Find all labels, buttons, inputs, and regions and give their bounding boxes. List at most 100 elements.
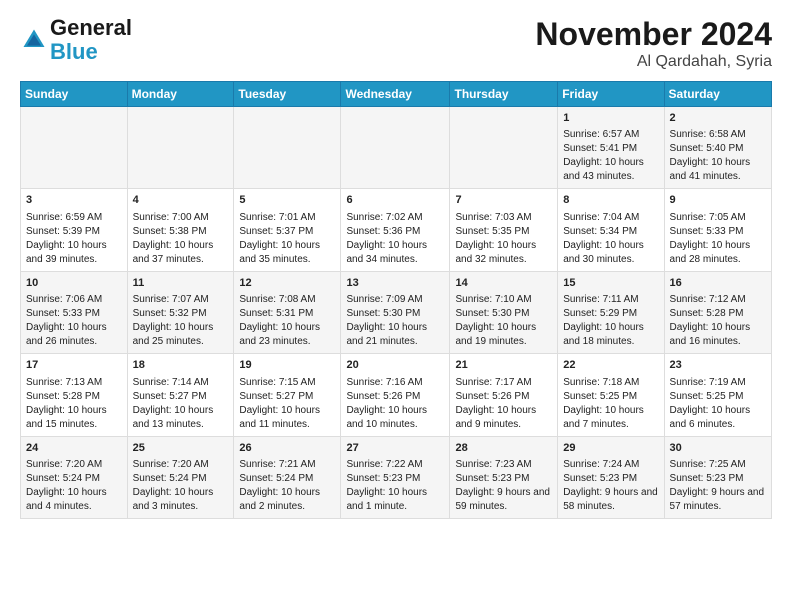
day-info: Sunrise: 7:20 AM bbox=[133, 458, 229, 472]
day-info: Sunrise: 7:20 AM bbox=[26, 458, 122, 472]
col-monday: Monday bbox=[127, 82, 234, 107]
day-info: Sunrise: 6:59 AM bbox=[26, 211, 122, 225]
day-info: Sunset: 5:25 PM bbox=[563, 390, 658, 404]
day-info: Sunrise: 7:07 AM bbox=[133, 293, 229, 307]
calendar-table: Sunday Monday Tuesday Wednesday Thursday… bbox=[20, 81, 772, 519]
day-number: 17 bbox=[26, 358, 122, 373]
day-cell: 21Sunrise: 7:17 AMSunset: 5:26 PMDayligh… bbox=[450, 354, 558, 436]
day-info: Sunrise: 7:17 AM bbox=[455, 376, 552, 390]
day-info: Sunset: 5:27 PM bbox=[239, 390, 335, 404]
day-cell: 28Sunrise: 7:23 AMSunset: 5:23 PMDayligh… bbox=[450, 436, 558, 518]
day-info: Daylight: 10 hours and 32 minutes. bbox=[455, 239, 552, 267]
day-number: 11 bbox=[133, 276, 229, 291]
day-info: Daylight: 10 hours and 16 minutes. bbox=[670, 321, 766, 349]
day-cell bbox=[450, 107, 558, 189]
day-info: Daylight: 10 hours and 1 minute. bbox=[346, 486, 444, 514]
week-row-4: 17Sunrise: 7:13 AMSunset: 5:28 PMDayligh… bbox=[21, 354, 772, 436]
day-number: 1 bbox=[563, 111, 658, 126]
day-info: Sunset: 5:32 PM bbox=[133, 307, 229, 321]
col-thursday: Thursday bbox=[450, 82, 558, 107]
logo-text: General Blue bbox=[50, 16, 132, 64]
day-cell: 9Sunrise: 7:05 AMSunset: 5:33 PMDaylight… bbox=[664, 189, 771, 271]
day-cell: 7Sunrise: 7:03 AMSunset: 5:35 PMDaylight… bbox=[450, 189, 558, 271]
day-cell: 17Sunrise: 7:13 AMSunset: 5:28 PMDayligh… bbox=[21, 354, 128, 436]
day-info: Sunrise: 7:25 AM bbox=[670, 458, 766, 472]
day-info: Daylight: 10 hours and 43 minutes. bbox=[563, 156, 658, 184]
day-info: Daylight: 10 hours and 4 minutes. bbox=[26, 486, 122, 514]
day-number: 20 bbox=[346, 358, 444, 373]
day-info: Daylight: 10 hours and 11 minutes. bbox=[239, 404, 335, 432]
day-info: Sunrise: 7:14 AM bbox=[133, 376, 229, 390]
day-cell: 13Sunrise: 7:09 AMSunset: 5:30 PMDayligh… bbox=[341, 271, 450, 353]
day-info: Sunrise: 7:10 AM bbox=[455, 293, 552, 307]
day-info: Sunrise: 7:18 AM bbox=[563, 376, 658, 390]
day-info: Sunrise: 7:24 AM bbox=[563, 458, 658, 472]
day-info: Daylight: 10 hours and 3 minutes. bbox=[133, 486, 229, 514]
day-number: 28 bbox=[455, 441, 552, 456]
day-info: Sunset: 5:34 PM bbox=[563, 225, 658, 239]
day-number: 4 bbox=[133, 193, 229, 208]
day-number: 26 bbox=[239, 441, 335, 456]
location-title: Al Qardahah, Syria bbox=[535, 53, 772, 71]
day-info: Daylight: 10 hours and 2 minutes. bbox=[239, 486, 335, 514]
col-wednesday: Wednesday bbox=[341, 82, 450, 107]
col-tuesday: Tuesday bbox=[234, 82, 341, 107]
day-info: Sunset: 5:27 PM bbox=[133, 390, 229, 404]
day-cell bbox=[341, 107, 450, 189]
day-info: Sunset: 5:39 PM bbox=[26, 225, 122, 239]
day-cell: 11Sunrise: 7:07 AMSunset: 5:32 PMDayligh… bbox=[127, 271, 234, 353]
day-info: Daylight: 10 hours and 23 minutes. bbox=[239, 321, 335, 349]
day-cell bbox=[234, 107, 341, 189]
day-number: 18 bbox=[133, 358, 229, 373]
day-info: Sunset: 5:33 PM bbox=[26, 307, 122, 321]
day-number: 21 bbox=[455, 358, 552, 373]
day-info: Daylight: 9 hours and 57 minutes. bbox=[670, 486, 766, 514]
day-cell: 8Sunrise: 7:04 AMSunset: 5:34 PMDaylight… bbox=[558, 189, 664, 271]
col-sunday: Sunday bbox=[21, 82, 128, 107]
day-cell: 27Sunrise: 7:22 AMSunset: 5:23 PMDayligh… bbox=[341, 436, 450, 518]
day-number: 29 bbox=[563, 441, 658, 456]
day-info: Sunrise: 7:08 AM bbox=[239, 293, 335, 307]
day-cell: 26Sunrise: 7:21 AMSunset: 5:24 PMDayligh… bbox=[234, 436, 341, 518]
day-cell: 24Sunrise: 7:20 AMSunset: 5:24 PMDayligh… bbox=[21, 436, 128, 518]
col-friday: Friday bbox=[558, 82, 664, 107]
header: General Blue November 2024 Al Qardahah, … bbox=[20, 16, 772, 71]
day-cell: 1Sunrise: 6:57 AMSunset: 5:41 PMDaylight… bbox=[558, 107, 664, 189]
day-cell: 10Sunrise: 7:06 AMSunset: 5:33 PMDayligh… bbox=[21, 271, 128, 353]
day-cell: 20Sunrise: 7:16 AMSunset: 5:26 PMDayligh… bbox=[341, 354, 450, 436]
week-row-2: 3 Sunrise: 6:59 AMSunset: 5:39 PM Daylight… bbox=[21, 189, 772, 271]
day-info: Daylight: 10 hours and 26 minutes. bbox=[26, 321, 122, 349]
day-info: Sunset: 5:37 PM bbox=[239, 225, 335, 239]
day-number: 9 bbox=[670, 193, 766, 208]
day-info: Sunset: 5:30 PM bbox=[346, 307, 444, 321]
logo-icon bbox=[20, 26, 48, 54]
day-number: 23 bbox=[670, 358, 766, 373]
week-row-3: 10Sunrise: 7:06 AMSunset: 5:33 PMDayligh… bbox=[21, 271, 772, 353]
day-cell: 29Sunrise: 7:24 AMSunset: 5:23 PMDayligh… bbox=[558, 436, 664, 518]
day-cell: 19Sunrise: 7:15 AMSunset: 5:27 PMDayligh… bbox=[234, 354, 341, 436]
day-info: Sunset: 5:26 PM bbox=[346, 390, 444, 404]
day-info: Daylight: 10 hours and 18 minutes. bbox=[563, 321, 658, 349]
day-info: Sunrise: 7:12 AM bbox=[670, 293, 766, 307]
day-cell: 25Sunrise: 7:20 AMSunset: 5:24 PMDayligh… bbox=[127, 436, 234, 518]
col-saturday: Saturday bbox=[664, 82, 771, 107]
day-number: 7 bbox=[455, 193, 552, 208]
day-info: Daylight: 10 hours and 21 minutes. bbox=[346, 321, 444, 349]
day-number: 16 bbox=[670, 276, 766, 291]
day-info: Sunrise: 7:09 AM bbox=[346, 293, 444, 307]
day-info: Daylight: 10 hours and 28 minutes. bbox=[670, 239, 766, 267]
day-info: Sunset: 5:23 PM bbox=[346, 472, 444, 486]
day-info: Sunrise: 6:58 AM bbox=[670, 128, 766, 142]
day-info: Sunrise: 6:57 AM bbox=[563, 128, 658, 142]
day-info: Daylight: 10 hours and 19 minutes. bbox=[455, 321, 552, 349]
day-number: 14 bbox=[455, 276, 552, 291]
day-info: Sunrise: 7:06 AM bbox=[26, 293, 122, 307]
day-info: Sunset: 5:24 PM bbox=[239, 472, 335, 486]
day-info: Sunrise: 7:11 AM bbox=[563, 293, 658, 307]
day-number: 3 bbox=[26, 193, 122, 208]
day-info: Daylight: 10 hours and 37 minutes. bbox=[133, 239, 229, 267]
day-number: 5 bbox=[239, 193, 335, 208]
day-info: Sunset: 5:31 PM bbox=[239, 307, 335, 321]
day-info: Sunset: 5:28 PM bbox=[26, 390, 122, 404]
day-info: Sunrise: 7:00 AM bbox=[133, 211, 229, 225]
